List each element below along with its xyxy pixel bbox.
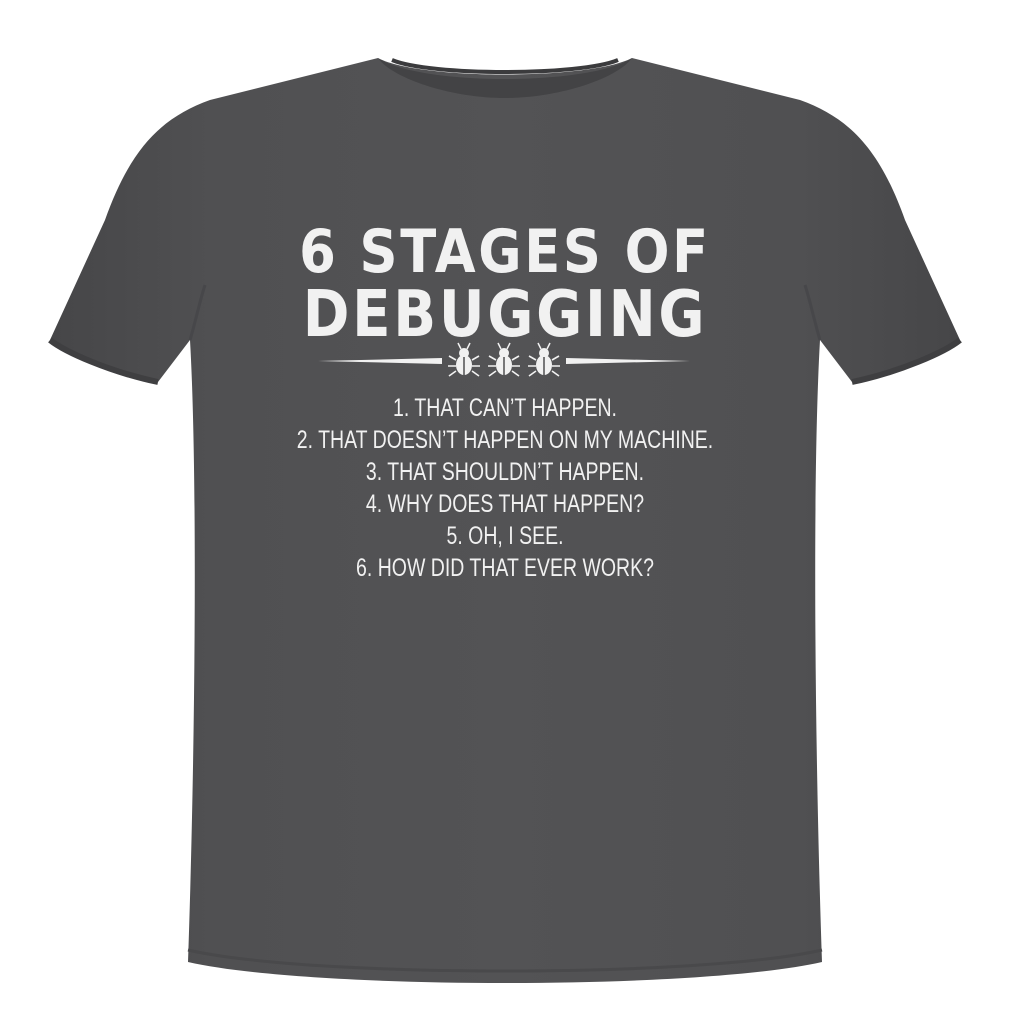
t-shirt (48, 58, 962, 983)
shirt-body (50, 58, 960, 983)
